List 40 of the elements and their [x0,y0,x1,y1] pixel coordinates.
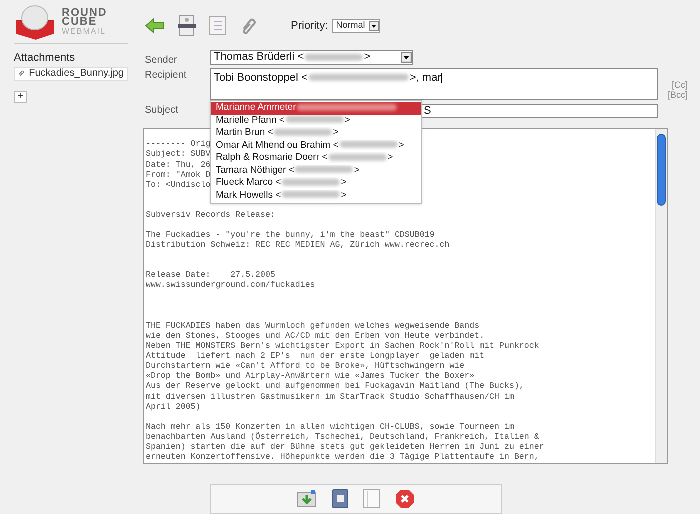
blurred-address [340,141,398,148]
blurred-address [274,128,332,136]
blurred-address [328,154,387,161]
notepad-icon[interactable] [363,489,381,510]
message-text: Subversiv Records Release: The Fuckadies - "you're the bunny, i'm the beast" CDSUB019 Distribution Schweiz: REC REC MEDIEN AG, Zürich www.recrec.ch Release Date: 27.5.2005 www.swissunderground.com/fuckadies THE FUCKADIES haben das Wurmloch gefunden welches wegweisende Bands wie den Stones, Stooges und AC/CD mit den Erben von Heute verbindet. Neben THE MONSTERS Bern's wichtigster Export in Sachen Rock'n'Roll mit Punkrock Attitude liefert nach 2 EP's nun der erste Longplayer geladen mit Durchstartern wie «Can't Afford to be Broke», Hüftschwingern wie «Drop the Bomb» und Airplay-Anwärtern wie «James Tucker the Boxer» Aus der Reserve gelockt und aufgenommen bei Fuckagavin Maitland (The Bucks), mit diversen illustren Gastmusikern im StarTrack Studio Schaffhausen/CH im April 2005) Nach mehr als 150 Konzerten in allen wichtigen CH-CLUBS, sowie Tourneen im benachbarten Ausland (Österreich, Tschechei, Deutschland, Frankreich, Italien & Spanien) starten die auf der Bühne stets gut gekleideten Herren im Juni zu einer erneuten Konzertoffensive. Höhepunkte werden die 3 Tägige Plattentaufe in Bern, [146,210,546,464]
close-icon[interactable] [395,489,415,510]
sender-label: Sender [144,54,178,68]
back-arrow-icon[interactable] [145,18,165,34]
blurred-address [282,178,340,186]
priority-label: Priority: [291,18,328,34]
blurred-address [305,54,364,61]
save-draft-icon[interactable] [177,14,197,37]
suggestion-item[interactable]: Mark Howells < > [211,190,421,202]
suggestion-item[interactable]: Tamara Nöthiger < > [211,164,421,177]
blurred-address [282,191,340,198]
suggestion-item[interactable]: Martin Brun < > [211,127,421,140]
message-body[interactable] [143,128,668,464]
sender-select[interactable]: Thomas Brüderli < > [210,50,413,65]
logo-text: WEBMAIL [62,26,107,36]
logo-text: ROUND [62,8,108,18]
attachments-title: Attachments [14,51,76,66]
suggestion-item[interactable]: Omar Ait Mhend ou Brahim < > [211,140,421,152]
logo-icon [14,4,56,40]
suggestion-item[interactable]: Ralph & Rosmarie Doerr < > [211,152,421,164]
logo-text: CUBE [62,18,98,26]
subject-label: Subject [144,104,180,118]
send-icon[interactable] [297,489,317,510]
attachment-item[interactable]: Fuckadies_Bunny.jpg [14,66,128,80]
add-attachment-button[interactable]: + [14,90,27,102]
scrollbar-thumb[interactable] [657,134,666,206]
recipient-label: Recipient [144,68,188,83]
recipient-field[interactable]: Tobi Boonstoppel < >, mar [210,68,658,100]
address-book-icon[interactable] [331,489,349,510]
quoted-header: -------- Orig Subject: SUBV Date: Thu, 26 From: "Amok D To: <Undisclo [146,140,210,192]
blurred-address [286,116,344,124]
suggestion-item[interactable]: Flueck Marco < > [211,177,421,190]
suggestion-item[interactable]: Marianne Ammeter [211,102,421,114]
paperclip-icon [18,69,26,78]
blurred-address [295,166,354,174]
priority-select[interactable]: Normal [332,18,380,33]
